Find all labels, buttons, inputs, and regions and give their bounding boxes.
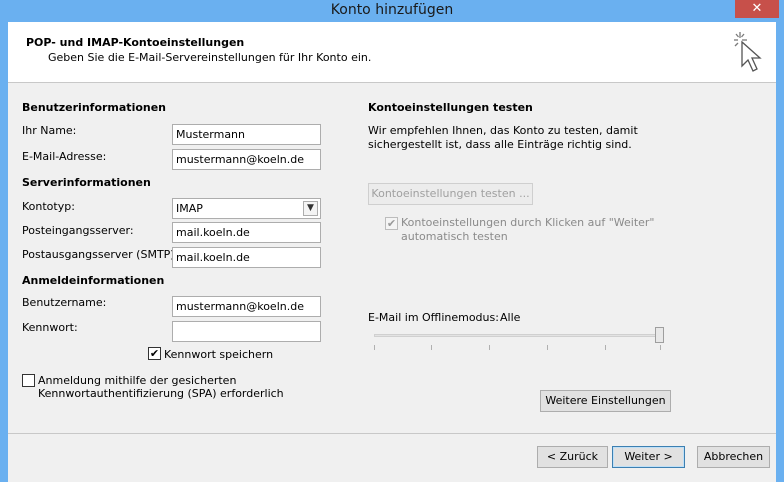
spa-checkbox[interactable]: [22, 374, 35, 387]
slider-tick: [431, 345, 432, 350]
slider-tick: [660, 345, 661, 350]
section-user-info: Benutzerinformationen: [22, 101, 167, 114]
window-border-right: [776, 22, 784, 482]
header-title: POP- und IMAP-Kontoeinstellungen: [26, 36, 245, 49]
auto-test-label-line1: Kontoeinstellungen durch Klicken auf "We…: [401, 216, 655, 229]
offline-mode-slider[interactable]: [374, 327, 666, 357]
more-settings-button[interactable]: Weitere Einstellungen: [540, 390, 671, 412]
offline-mode-value: Alle: [500, 311, 521, 324]
spa-label-line2: Kennwortauthentifizierung (SPA) erforder…: [38, 387, 284, 400]
cancel-button[interactable]: Abbrechen: [697, 446, 770, 468]
next-button[interactable]: Weiter >: [612, 446, 685, 468]
test-description-line1: Wir empfehlen Ihnen, das Konto zu testen…: [368, 124, 638, 137]
outgoing-server-label: Postausgangsserver (SMTP):: [22, 248, 179, 261]
offline-mode-label: E-Mail im Offlinemodus:: [368, 311, 499, 324]
slider-tick: [374, 345, 375, 350]
spa-label-line1: Anmeldung mithilfe der gesicherten: [38, 374, 237, 387]
back-button[interactable]: < Zurück: [537, 446, 608, 468]
slider-track: [374, 334, 664, 337]
close-button[interactable]: ✕: [735, 0, 779, 18]
incoming-server-input[interactable]: mail.koeln.de: [172, 222, 321, 243]
chevron-down-icon[interactable]: ▼: [303, 201, 318, 216]
slider-tick: [547, 345, 548, 350]
test-settings-button[interactable]: Kontoeinstellungen testen ...: [368, 183, 533, 205]
wizard-cursor-icon: [734, 32, 762, 72]
incoming-server-label: Posteingangsserver:: [22, 224, 134, 237]
slider-tick: [605, 345, 606, 350]
footer-divider: [8, 433, 776, 434]
username-input[interactable]: mustermann@koeln.de: [172, 296, 321, 317]
slider-thumb[interactable]: [655, 327, 664, 343]
password-label: Kennwort:: [22, 321, 78, 334]
remember-password-label: Kennwort speichern: [164, 348, 274, 361]
account-type-value: IMAP: [176, 202, 203, 215]
remember-password-checkbox[interactable]: ✔: [148, 347, 161, 360]
window-border-left: [0, 22, 8, 482]
email-label: E-Mail-Adresse:: [22, 150, 107, 163]
auto-test-label-line2: automatisch testen: [401, 230, 508, 243]
section-server-info: Serverinformationen: [22, 176, 151, 189]
username-label: Benutzername:: [22, 296, 107, 309]
name-input[interactable]: Mustermann: [172, 124, 321, 145]
header-subtitle: Geben Sie die E-Mail-Servereinstellungen…: [48, 51, 372, 64]
window-title: Konto hinzufügen: [330, 2, 454, 18]
wizard-header: POP- und IMAP-Kontoeinstellungen Geben S…: [8, 22, 776, 83]
slider-tick: [489, 345, 490, 350]
section-login-info: Anmeldeinformationen: [22, 274, 165, 287]
password-input[interactable]: [172, 321, 321, 342]
name-label: Ihr Name:: [22, 124, 77, 137]
account-type-label: Kontotyp:: [22, 200, 75, 213]
auto-test-checkbox[interactable]: ✔: [385, 217, 398, 230]
section-test-settings: Kontoeinstellungen testen: [368, 101, 533, 114]
test-description-line2: sichergestellt ist, dass alle Einträge r…: [368, 138, 632, 151]
outgoing-server-input[interactable]: mail.koeln.de: [172, 247, 321, 268]
title-bar: Konto hinzufügen ✕: [0, 0, 784, 22]
account-type-select[interactable]: IMAP ▼: [172, 198, 321, 219]
email-input[interactable]: mustermann@koeln.de: [172, 149, 321, 170]
